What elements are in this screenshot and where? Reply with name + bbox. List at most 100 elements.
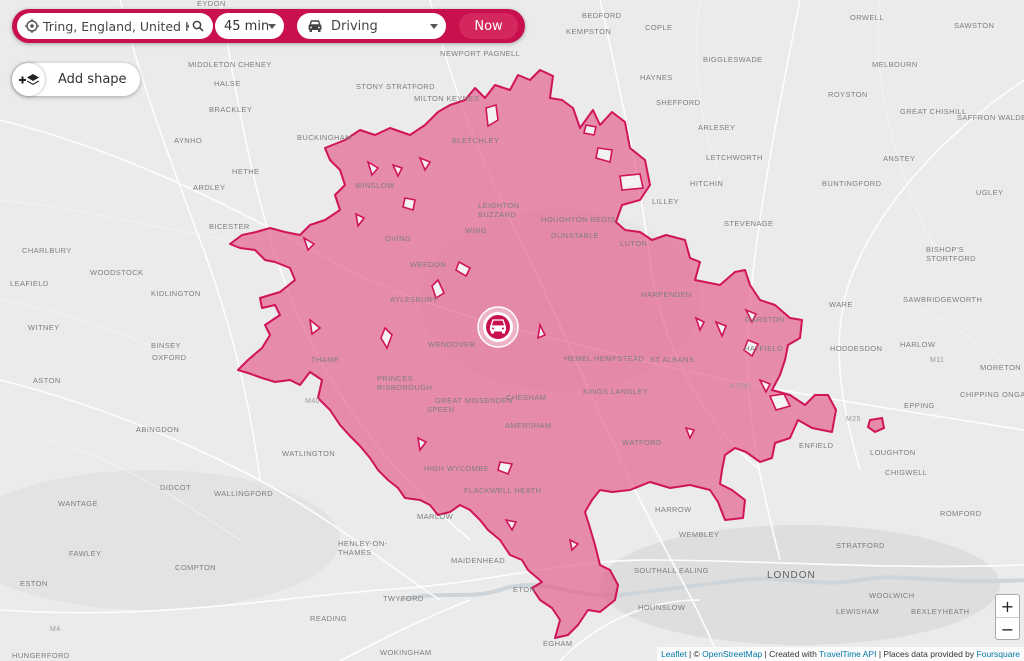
place-label-wantage: WANTAGE: [58, 499, 98, 508]
place-label-anstey: ANSTEY: [883, 154, 915, 163]
caret-down-icon: [268, 23, 276, 29]
place-label-reading: READING: [310, 614, 347, 623]
place-label-buntingford: BUNTINGFORD: [822, 179, 882, 188]
place-label-st-albans: ST ALBANS: [650, 355, 694, 364]
place-label-luton: LUTON: [620, 239, 647, 248]
place-label-eston: ESTON: [20, 579, 48, 588]
place-label-princes-risborough: RISBOROUGH: [377, 383, 432, 392]
place-label-romford: ROMFORD: [940, 509, 982, 518]
place-label-hounslow: HOUNSLOW: [638, 603, 686, 612]
place-label-eton: ETON: [513, 585, 535, 594]
place-label-binsey: BINSEY: [151, 341, 181, 350]
search-bar: Tring, England, United Kingdom 45 min Dr…: [12, 9, 525, 43]
place-label-ealing: EALING: [679, 566, 709, 575]
place-label-hatfield: HATFIELD: [744, 344, 783, 353]
place-label-great-missenden: GREAT MISSENDEN: [435, 396, 513, 405]
place-label-sawston: SAWSTON: [954, 21, 994, 30]
place-label-aston: ASTON: [33, 376, 61, 385]
place-label-saffron-walden: SAFFRON WALDEN: [957, 113, 1024, 122]
search-icon[interactable]: [192, 20, 204, 32]
place-label-eydon: EYDON: [197, 0, 226, 8]
map-canvas[interactable]: BEDFORD KEMPSTON COPLE ORWELL SAWSTON EYDON NE…: [0, 0, 1024, 661]
place-label-enfield: ENFIELD: [799, 441, 834, 450]
place-label-ardley: ARDLEY: [193, 183, 225, 192]
place-label-kempston: KEMPSTON: [566, 27, 611, 36]
place-label-chipping-ongar: CHIPPING ONGAR: [960, 390, 1024, 399]
place-label-stevenage: STEVENAGE: [724, 219, 773, 228]
place-label-m25: M25: [846, 416, 861, 423]
place-label-harrow: HARROW: [655, 505, 692, 514]
transport-mode-select[interactable]: Driving: [297, 13, 446, 39]
leaflet-link[interactable]: Leaflet: [661, 649, 687, 659]
place-label-watlington: WATLINGTON: [282, 449, 335, 458]
place-label-high-wycombe: HIGH WYCOMBE: [424, 464, 489, 473]
place-label-wendover: WENDOVER: [428, 340, 476, 349]
place-label-wallingford: WALLINGFORD: [214, 489, 273, 498]
place-label-hethe: HETHE: [232, 167, 259, 176]
place-label-abingdon: ABINGDON: [136, 425, 179, 434]
place-label-henley: THAMES: [338, 548, 372, 557]
place-label-marlow: MARLOW: [417, 512, 454, 521]
place-label-woodstock: WOODSTOCK: [90, 268, 143, 277]
place-label-wokingham: WOKINGHAM: [380, 648, 432, 657]
place-label-oving: OVING: [385, 234, 411, 243]
place-label-compton: COMPTON: [175, 563, 216, 572]
place-label-ware: WARE: [829, 300, 853, 309]
place-label-speen: SPEEN: [427, 405, 454, 414]
origin-marker[interactable]: [477, 306, 519, 348]
osm-link[interactable]: OpenStreetMap: [702, 649, 762, 659]
map-attribution: Leaflet | © OpenStreetMap | Created with…: [657, 647, 1024, 661]
attrib-sep: | Created with: [762, 649, 820, 659]
place-label-hemel: HEMEL HEMPSTEAD: [564, 354, 645, 363]
location-pin-icon: [25, 19, 39, 33]
duration-value: 45 min: [224, 18, 268, 34]
car-icon: [308, 20, 322, 32]
foursquare-link[interactable]: Foursquare: [977, 649, 1020, 659]
place-label-letchworth: LETCHWORTH: [706, 153, 763, 162]
place-label-hungerford: HUNGERFORD: [12, 651, 70, 660]
place-label-moreton: MORETON: [980, 363, 1021, 372]
zoom-in-button[interactable]: +: [996, 595, 1019, 618]
place-label-hoddesdon: HODDESDON: [830, 344, 882, 353]
place-label-houghton-regis: HOUGHTON REGIS: [541, 215, 616, 224]
place-label-dunstable: DUNSTABLE: [551, 231, 599, 240]
place-label-lewisham: LEWISHAM: [836, 607, 879, 616]
zoom-control: + −: [995, 594, 1020, 640]
place-label-twyford: TWYFORD: [383, 594, 424, 603]
traveltime-link[interactable]: TravelTime API: [819, 649, 876, 659]
place-label-loughton: LOUGHTON: [870, 448, 916, 457]
place-label-leighton-buzzard: LEIGHTON: [478, 201, 519, 210]
location-input[interactable]: Tring, England, United Kingdom: [17, 13, 213, 39]
place-label-henley: HENLEY-ON-: [338, 539, 388, 548]
zoom-out-button[interactable]: −: [996, 618, 1019, 640]
place-label-kidlington: KIDLINGTON: [151, 289, 201, 298]
place-label-bexleyheath: BEXLEYHEATH: [911, 607, 969, 616]
place-label-bishops-stortford: STORTFORD: [926, 254, 976, 263]
place-label-thame: THAME: [311, 355, 339, 364]
place-label-hitchin: HITCHIN: [690, 179, 723, 188]
place-label-cople: COPLE: [645, 23, 672, 32]
duration-select[interactable]: 45 min: [215, 13, 284, 39]
place-label-bishops-stortford: BISHOP'S: [926, 245, 964, 254]
place-label-shefford: SHEFFORD: [656, 98, 701, 107]
place-label-london: LONDON: [767, 570, 816, 581]
place-label-orwell: ORWELL: [850, 13, 884, 22]
place-label-watford: WATFORD: [622, 438, 662, 447]
place-label-aylesbury: AYLESBURY: [390, 295, 438, 304]
place-label-bletchley: BLETCHLEY: [452, 136, 499, 145]
place-label-aynho: AYNHO: [174, 136, 202, 145]
place-label-lilley: LILLEY: [652, 197, 679, 206]
place-label-a1m: A1(M): [730, 383, 751, 390]
add-shape-button[interactable]: Add shape: [12, 63, 140, 96]
place-label-biggleswade: BIGGLESWADE: [703, 55, 763, 64]
place-label-m4: M4: [50, 626, 61, 633]
place-label-arlesey: ARLESEY: [698, 123, 735, 132]
caret-down-icon: [430, 23, 438, 29]
place-label-chesham: CHESHAM: [506, 393, 546, 402]
place-label-sawbridgeworth: SAWBRIDGEWORTH: [903, 295, 982, 304]
departure-time-button[interactable]: Now: [459, 13, 518, 39]
place-label-wembley: WEMBLEY: [679, 530, 719, 539]
place-label-winslow: WINSLOW: [355, 181, 395, 190]
place-label-southall: SOUTHALL: [634, 566, 677, 575]
isochrone-fragment: [866, 416, 886, 434]
